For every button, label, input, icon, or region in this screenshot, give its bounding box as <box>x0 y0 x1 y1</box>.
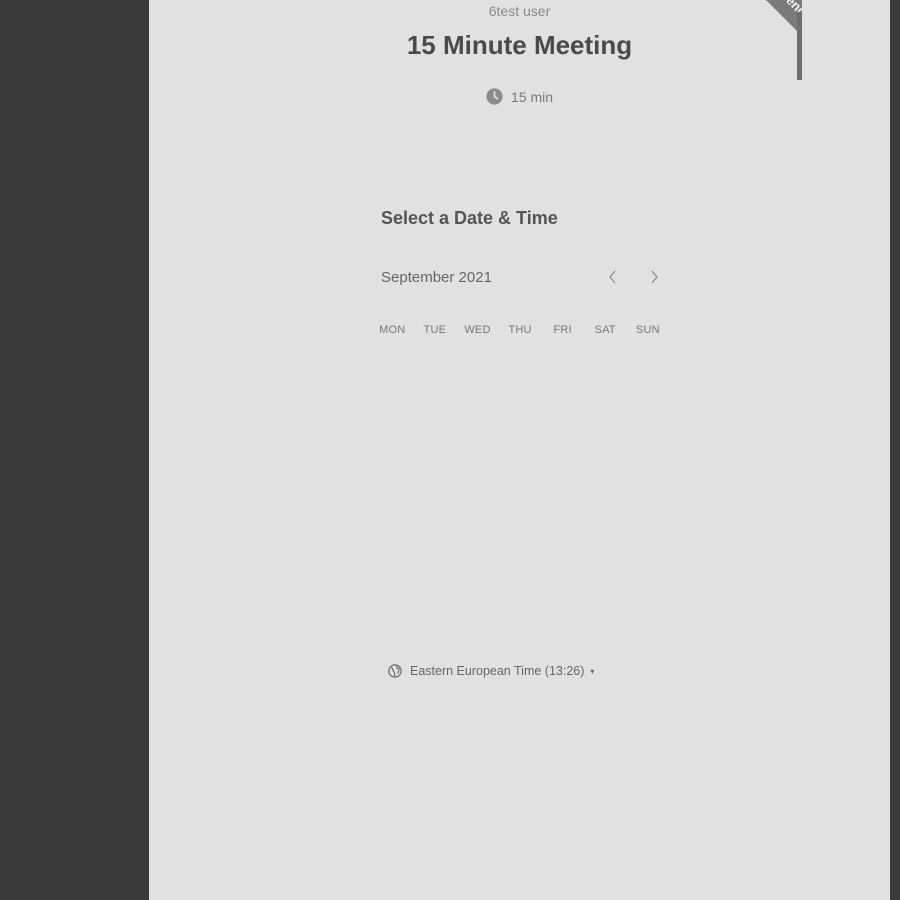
weekday-label: MON <box>379 324 406 336</box>
weekday-label: SUN <box>635 324 660 336</box>
timezone-label: Eastern European Time (13:26) <box>410 664 585 678</box>
left-backdrop <box>0 0 149 900</box>
weekday-header: MON TUE WED THU FRI SAT SUN <box>371 324 669 336</box>
booking-panel: 6test user 15 Minute Meeting 15 min POWE… <box>149 0 890 900</box>
month-label: September 2021 <box>381 269 492 286</box>
brand-name: Calendly <box>768 0 802 28</box>
timezone-selector[interactable]: Eastern European Time (13:26) ▾ <box>388 664 594 678</box>
powered-by-badge[interactable]: POWERED BY Calendly <box>702 0 802 80</box>
weekday-label: THU <box>508 324 532 336</box>
globe-icon <box>388 664 402 678</box>
weekday-label: FRI <box>553 324 572 336</box>
duration-label: 15 min <box>510 88 554 105</box>
clock-icon <box>486 88 503 105</box>
right-backdrop <box>890 0 900 900</box>
caret-down-icon: ▾ <box>590 666 595 676</box>
powered-by-ribbon: POWERED BY Calendly <box>720 0 802 76</box>
weekday-label: SAT <box>594 324 616 336</box>
chevron-left-icon <box>609 270 616 284</box>
ribbon-edge <box>797 12 802 80</box>
event-duration: 15 min <box>149 88 890 105</box>
weekday-label: TUE <box>423 324 447 336</box>
section-title: Select a Date & Time <box>381 208 558 228</box>
next-month-button[interactable] <box>641 264 667 290</box>
previous-month-button[interactable] <box>600 264 626 290</box>
weekday-label: WED <box>464 324 491 336</box>
chevron-right-icon <box>651 270 658 284</box>
